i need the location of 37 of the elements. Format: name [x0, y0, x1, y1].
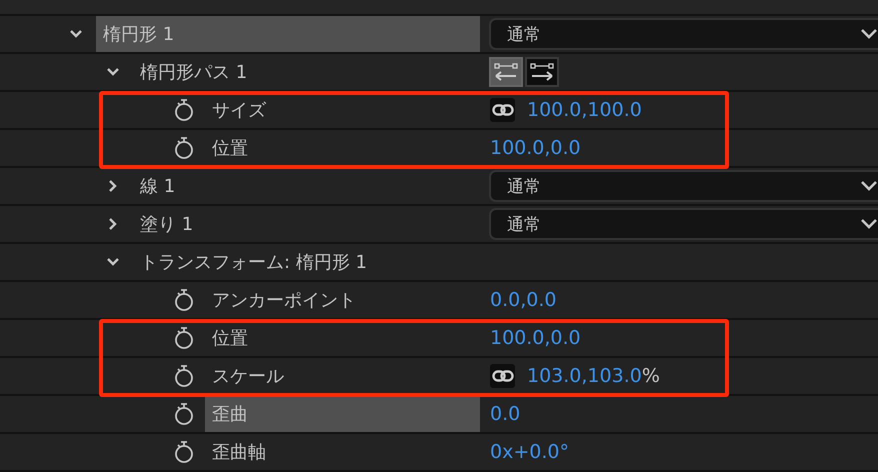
layer-name: トランスフォーム: 楕円形 1 [139, 251, 368, 275]
blend-mode-dropdown[interactable]: 通常 [489, 18, 878, 50]
arrow-left-icon [494, 62, 518, 82]
property-name: アンカーポイント [211, 289, 357, 313]
path-direction-button[interactable] [525, 57, 559, 87]
property-name: 位置 [211, 137, 249, 161]
stopwatch-icon[interactable] [173, 136, 195, 160]
property-name: サイズ [211, 99, 268, 123]
blend-mode-dropdown[interactable]: 通常 [489, 208, 878, 240]
property-value[interactable]: 100.0,0.0 [490, 327, 581, 349]
layer-name: 塗り 1 [139, 213, 194, 237]
link-icon[interactable] [490, 98, 515, 122]
layer-name: 線 1 [139, 175, 176, 199]
chevron-down-icon [859, 217, 878, 231]
layer-name: 楕円形 1 [96, 16, 480, 52]
stopwatch-icon[interactable] [173, 364, 195, 388]
property-value[interactable]: 0x+0.0° [490, 441, 569, 463]
property-name: 歪曲 [205, 396, 480, 432]
stopwatch-icon[interactable] [173, 402, 195, 426]
stopwatch-icon[interactable] [173, 98, 195, 122]
layer-name: 楕円形パス 1 [139, 61, 248, 85]
stopwatch-icon[interactable] [173, 326, 195, 350]
chevron-down-icon [859, 179, 878, 193]
property-value[interactable]: 103.0,103.0% [527, 365, 660, 387]
property-name: 位置 [211, 327, 249, 351]
arrow-right-icon [530, 62, 554, 82]
property-value[interactable]: 100.0,100.0 [527, 99, 642, 121]
property-name: 歪曲軸 [211, 441, 267, 465]
blend-mode-dropdown[interactable]: 通常 [489, 170, 878, 202]
stopwatch-icon[interactable] [173, 288, 195, 312]
chevron-down-icon [859, 27, 878, 41]
property-value[interactable]: 0.0 [490, 403, 520, 425]
property-value[interactable]: 0.0,0.0 [490, 289, 556, 311]
link-icon[interactable] [490, 364, 515, 388]
property-value[interactable]: 100.0,0.0 [490, 137, 581, 159]
stopwatch-icon[interactable] [173, 440, 195, 464]
property-name: スケール [211, 365, 285, 389]
